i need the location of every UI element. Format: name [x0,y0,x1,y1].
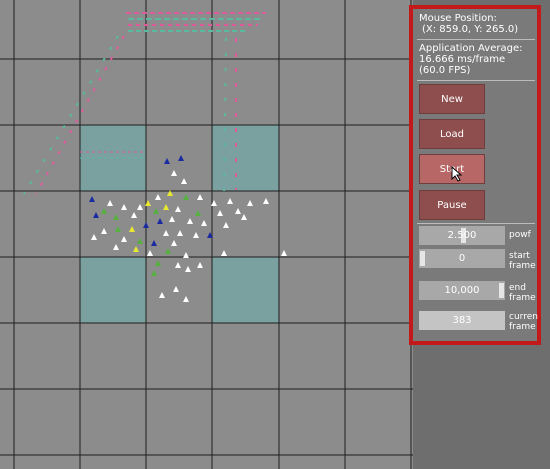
particle [155,260,161,266]
start-frame-slider[interactable]: 0 [419,249,505,268]
particle [241,214,247,220]
simulation-canvas[interactable] [0,0,413,469]
particle [163,230,169,236]
highlight-cell [212,125,279,191]
particle [187,218,193,224]
particle [227,198,233,204]
particle [197,262,203,268]
particle [217,210,223,216]
particle [173,286,179,292]
divider [417,223,535,224]
highlight-cell [212,257,279,323]
end-frame-label: end frame [509,283,536,303]
particle [281,250,287,256]
current-frame-slider[interactable]: 383 [419,311,505,330]
particle [93,212,99,218]
current-frame-value: 383 [452,315,472,326]
particle [137,204,143,210]
particle [131,212,137,218]
mouse-position-title: Mouse Position: [419,13,497,24]
particle [247,200,253,206]
particle [159,292,165,298]
particle [164,158,170,164]
app-average-ms: 16.666 ms/frame [419,54,506,65]
particle [137,238,143,244]
particle [113,244,119,250]
pause-button[interactable]: Pause [419,190,485,220]
start-frame-label: start frame [509,251,536,271]
current-frame-label: curren frame [509,312,538,332]
particle [197,194,203,200]
particle [169,216,175,222]
particle [185,266,191,272]
highlight-cell [80,257,146,323]
particle [163,204,169,210]
divider [417,39,535,40]
control-panel: Mouse Position: (X: 859.0, Y: 265.0) App… [409,5,541,345]
particle [201,220,207,226]
mouse-cursor-icon [451,166,463,182]
particle [113,214,119,220]
particle [101,228,107,234]
particle [121,236,127,242]
particle [143,222,149,228]
new-button[interactable]: New [419,84,485,114]
end-frame-value: 10,000 [444,285,480,296]
particle [235,208,241,214]
particle [175,206,181,212]
load-button[interactable]: Load [419,119,485,149]
app-average-fps: (60.0 FPS) [419,65,471,76]
particle [175,262,181,268]
particle [221,250,227,256]
particle [223,222,229,228]
end-frame-slider[interactable]: 10,000 [419,281,505,300]
particle [177,230,183,236]
particle [183,194,189,200]
particle [181,178,187,184]
grid-lines [0,0,413,469]
particle [157,218,163,224]
app-average-title: Application Average: [419,43,523,54]
particle [91,234,97,240]
particle [147,250,153,256]
particle [101,208,107,214]
particle [151,270,157,276]
powf-slider[interactable]: 2.500 [419,226,505,245]
particle [171,240,177,246]
powf-value: 2.500 [447,230,477,241]
powf-label: powf [509,230,531,240]
particle [263,198,269,204]
particle [133,246,139,252]
particle [183,296,189,302]
start-frame-value: 0 [458,253,466,264]
divider [417,80,535,81]
particle [178,155,184,161]
slider-handle[interactable] [420,251,425,266]
particle [151,240,157,246]
particle [171,170,177,176]
particle [193,232,199,238]
particle [115,226,121,232]
particle [89,196,95,202]
particle [107,200,113,206]
simulation-grid [0,0,413,469]
particle [195,210,201,216]
particle [129,226,135,232]
particle [121,204,127,210]
particle [165,248,171,254]
mouse-position-value: (X: 859.0, Y: 265.0) [422,24,519,35]
particle [153,208,159,214]
particle [155,194,161,200]
slider-handle[interactable] [499,283,504,298]
particle [183,252,189,258]
